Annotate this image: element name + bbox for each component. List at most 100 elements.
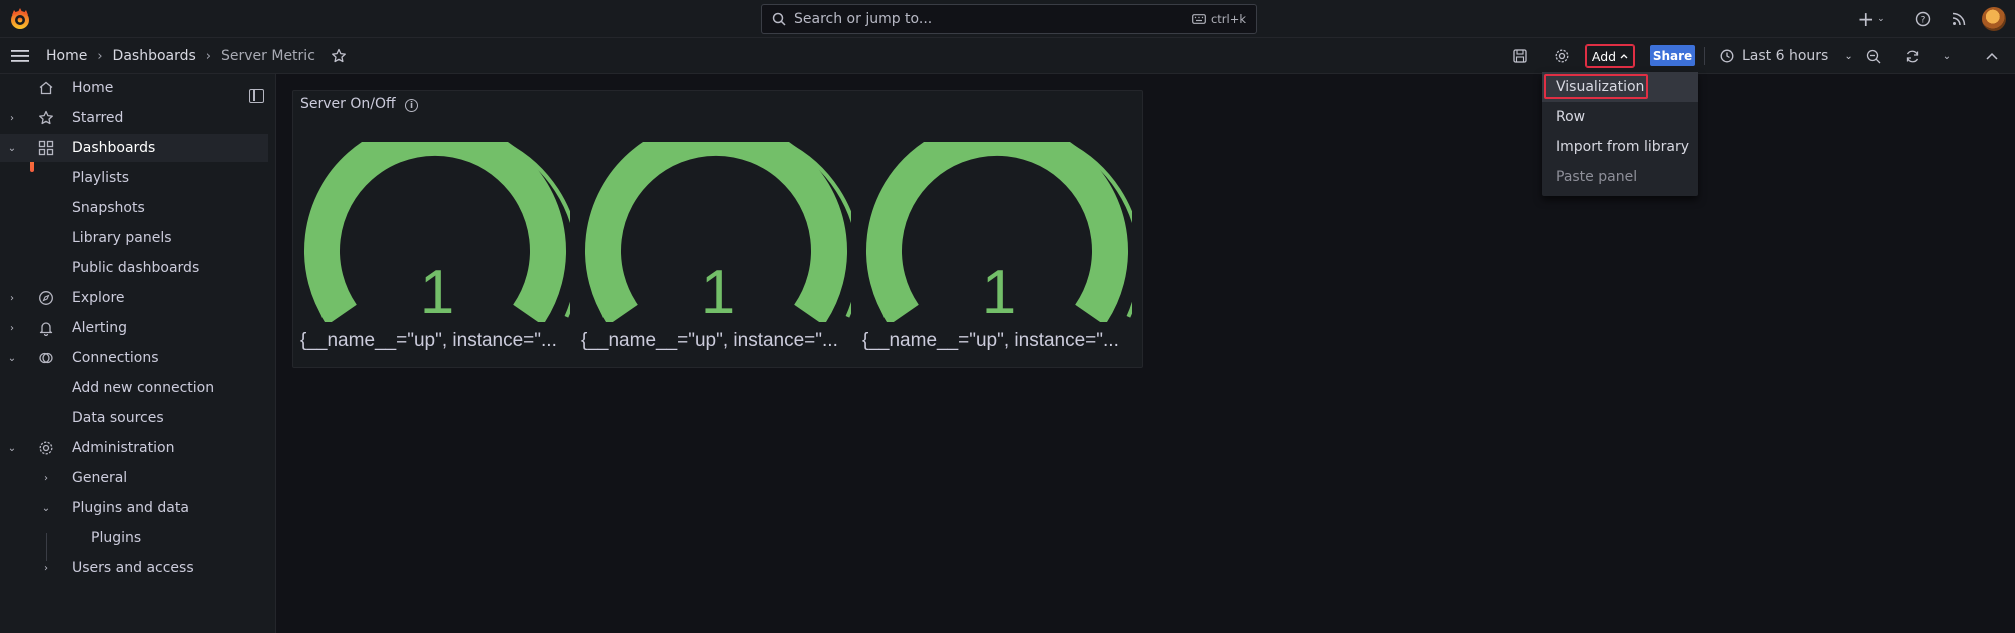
hamburger-menu-icon [11, 49, 29, 63]
sidebar-item-label: Snapshots [72, 200, 145, 216]
sidebar-item-label: Explore [72, 290, 125, 306]
zoom-out-button[interactable] [1861, 44, 1885, 68]
sidebar-item-label: Library panels [72, 230, 172, 246]
time-range-picker[interactable]: Last 6 hours ⌄ [1720, 45, 1853, 67]
panel-title[interactable]: Server On/Off [300, 96, 396, 112]
gauge-label: {__name__="up", instance="... [581, 330, 838, 351]
sidebar-item-label: Alerting [72, 320, 127, 336]
help-button[interactable]: ? [1911, 7, 1935, 31]
sidebar-item-home[interactable]: Home [0, 74, 268, 102]
sidebar-item-explore[interactable]: › Explore [0, 284, 268, 312]
sidebar-item-playlists[interactable]: Playlists [0, 164, 268, 192]
chevron-down-icon[interactable]: ⌄ [40, 503, 52, 514]
grafana-logo-icon[interactable] [8, 7, 32, 31]
time-range-label: Last 6 hours [1742, 48, 1829, 64]
sidebar-item-alerting[interactable]: › Alerting [0, 314, 268, 342]
new-dropdown-button[interactable]: + ⌄ [1854, 7, 1888, 31]
sidebar-item-label: General [72, 470, 128, 486]
menu-item-paste-panel: Paste panel [1542, 162, 1698, 192]
search-icon [772, 12, 786, 26]
save-dashboard-button[interactable] [1508, 44, 1532, 68]
menu-item-visualization[interactable]: Visualization [1542, 72, 1698, 102]
user-avatar[interactable] [1982, 7, 2006, 31]
gear-icon [1554, 48, 1570, 64]
sidebar-navigation: Home › Starred ⌄ Dashboards Playlists Sn… [0, 74, 276, 633]
sidebar-item-label: Dashboards [72, 140, 156, 156]
chevron-right-icon[interactable]: › [6, 323, 18, 334]
sidebar-item-label: Public dashboards [72, 260, 200, 276]
chevron-down-icon: ⌄ [1877, 14, 1885, 24]
add-dropdown-menu: Visualization Row Import from library Pa… [1542, 72, 1698, 196]
refresh-icon [1905, 49, 1920, 64]
chevron-down-icon[interactable]: ⌄ [6, 353, 18, 364]
sidebar-item-label: Plugins [91, 530, 142, 546]
save-icon [1513, 49, 1527, 63]
breadcrumb-home[interactable]: Home [46, 48, 87, 64]
sidebar-item-snapshots[interactable]: Snapshots [0, 194, 268, 222]
chevron-down-icon[interactable]: ⌄ [6, 143, 18, 154]
chevron-down-icon[interactable]: ⌄ [6, 443, 18, 454]
highlight-box [1544, 74, 1648, 99]
sidebar-item-data-sources[interactable]: Data sources [0, 404, 268, 432]
dock-menu-icon[interactable] [249, 89, 264, 103]
chevron-right-icon[interactable]: › [40, 563, 52, 574]
add-button-label: Add [1591, 48, 1617, 64]
svg-text:?: ? [1921, 16, 1926, 26]
share-button[interactable]: Share [1650, 45, 1695, 66]
gauge-value: 1 [419, 258, 455, 327]
chevron-up-icon [1986, 52, 1998, 60]
chevron-right-icon[interactable]: › [40, 473, 52, 484]
sidebar-item-users-and-access[interactable]: › Users and access [0, 554, 268, 582]
clock-icon [1720, 49, 1734, 63]
chevron-up-icon [1620, 53, 1628, 59]
menu-item-import-from-library[interactable]: Import from library [1542, 132, 1698, 162]
sidebar-item-general[interactable]: › General [0, 464, 268, 492]
add-button[interactable]: Add [1585, 44, 1635, 68]
chevron-down-icon: ⌄ [1942, 50, 1952, 62]
chevron-right-icon[interactable]: › [6, 293, 18, 304]
breadcrumb-dashboards[interactable]: Dashboards [113, 48, 196, 64]
menu-toggle-button[interactable] [8, 44, 32, 68]
menu-item-row[interactable]: Row [1542, 102, 1698, 132]
sidebar-item-label: Starred [72, 110, 124, 126]
search-shortcut-hint: ctrl+k [1192, 12, 1246, 26]
sidebar-item-starred[interactable]: › Starred [0, 104, 268, 132]
breadcrumb-current-page: Server Metric [221, 48, 315, 64]
breadcrumb-separator-icon: › [97, 48, 103, 64]
gauge-value: 1 [981, 258, 1017, 327]
star-icon [38, 110, 54, 126]
sidebar-item-connections[interactable]: ⌄ Connections [0, 344, 268, 372]
connections-icon [38, 350, 54, 366]
compass-icon [38, 290, 54, 306]
sidebar-item-label: Add new connection [72, 380, 215, 396]
sidebar-item-label: Data sources [72, 410, 164, 426]
breadcrumb-separator-icon: › [205, 48, 211, 64]
sidebar-item-label: Users and access [72, 560, 194, 576]
collapse-toolbar-button[interactable] [1980, 44, 2004, 68]
gauge-label: {__name__="up", instance="... [300, 330, 557, 351]
sidebar-item-dashboards[interactable]: ⌄ Dashboards [0, 134, 268, 162]
refresh-interval-dropdown[interactable]: ⌄ [1935, 44, 1959, 68]
sidebar-item-label: Home [72, 80, 114, 96]
home-icon [38, 80, 54, 96]
refresh-button[interactable] [1900, 44, 1924, 68]
sidebar-item-label: Playlists [72, 170, 130, 186]
bell-icon [38, 320, 54, 336]
chevron-right-icon[interactable]: › [6, 113, 18, 124]
sidebar-item-plugins[interactable]: Plugins [0, 524, 268, 552]
rss-icon [1952, 12, 1966, 26]
zoom-out-icon [1866, 49, 1881, 64]
news-feed-button[interactable] [1947, 7, 1971, 31]
sidebar-item-library-panels[interactable]: Library panels [0, 224, 268, 252]
sidebar-item-plugins-and-data[interactable]: ⌄ Plugins and data [0, 494, 268, 522]
shortcut-text: ctrl+k [1210, 12, 1246, 26]
menu-item-label: Row [1556, 109, 1586, 125]
star-favorite-icon[interactable] [331, 48, 347, 64]
sidebar-item-add-new-connection[interactable]: Add new connection [0, 374, 268, 402]
search-bar[interactable]: Search or jump to... ctrl+k [761, 4, 1257, 34]
info-icon[interactable]: i [405, 99, 418, 112]
sidebar-item-public-dashboards[interactable]: Public dashboards [0, 254, 268, 282]
sidebar-item-administration[interactable]: ⌄ Administration [0, 434, 268, 462]
dashboard-settings-button[interactable] [1550, 44, 1574, 68]
gauge-label: {__name__="up", instance="... [862, 330, 1119, 351]
